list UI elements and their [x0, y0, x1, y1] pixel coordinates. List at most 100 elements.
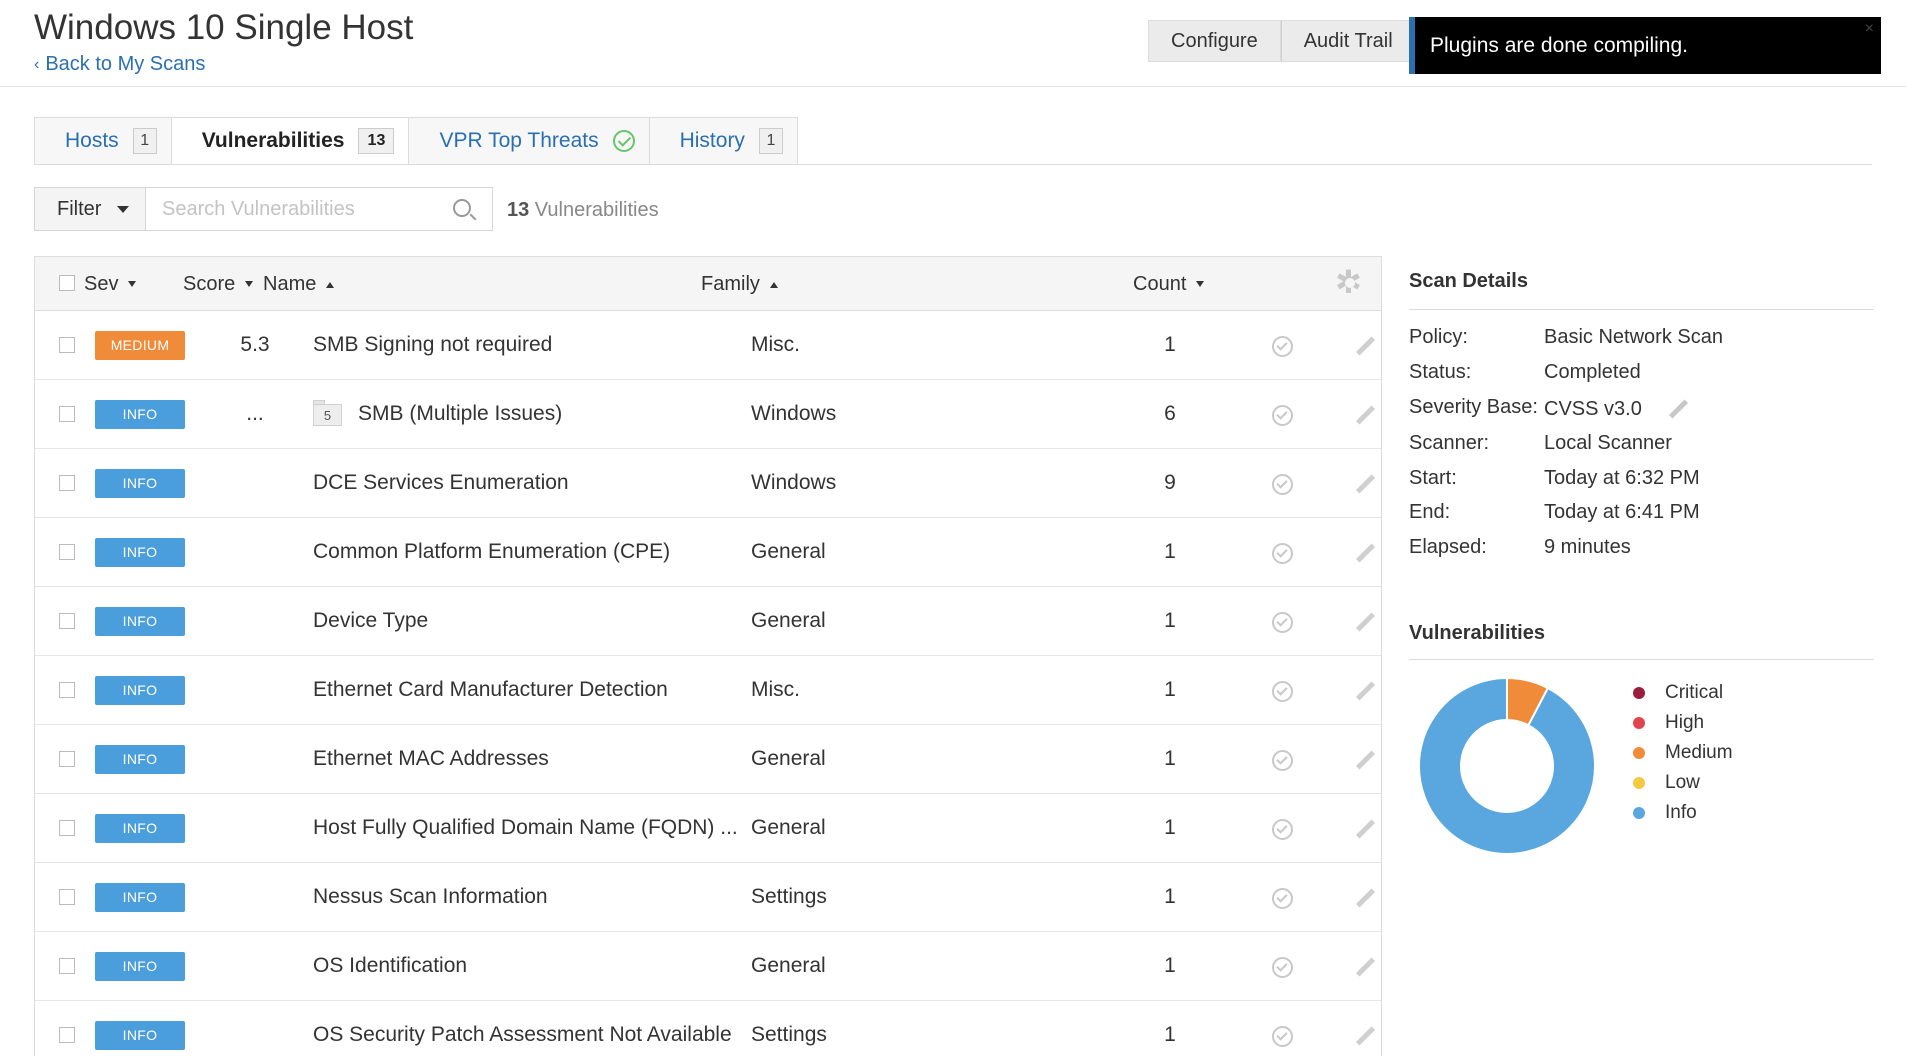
column-name[interactable]: Name [263, 273, 335, 296]
pencil-icon[interactable] [1355, 475, 1375, 495]
pencil-icon[interactable] [1355, 337, 1375, 357]
family-cell: Misc. [751, 333, 800, 356]
row-checkbox[interactable] [59, 406, 75, 422]
row-checkbox[interactable] [59, 820, 75, 836]
detail-label: End: [1409, 501, 1451, 523]
pencil-icon[interactable] [1668, 400, 1688, 420]
name-cell: SMB (Multiple Issues) [358, 402, 563, 425]
column-sev[interactable]: Sev [84, 273, 137, 296]
pencil-icon[interactable] [1355, 613, 1375, 633]
pencil-icon[interactable] [1355, 682, 1375, 702]
family-cell: Misc. [751, 678, 800, 701]
row-checkbox[interactable] [59, 682, 75, 698]
count-cell: 1 [1164, 747, 1176, 770]
back-to-scans-link[interactable]: ‹ Back to My Scans [34, 53, 205, 76]
table-row[interactable]: INFO Common Platform Enumeration (CPE) G… [35, 518, 1381, 587]
vulnerabilities-donut-chart[interactable] [1418, 677, 1596, 855]
select-all-checkbox[interactable] [59, 275, 75, 291]
panel-divider [1381, 256, 1382, 1056]
row-checkbox[interactable] [59, 613, 75, 629]
search-icon[interactable] [453, 199, 471, 217]
row-checkbox[interactable] [59, 475, 75, 491]
severity-badge: MEDIUM [95, 331, 185, 360]
table-row[interactable]: MEDIUM 5.3 SMB Signing not required Misc… [35, 311, 1381, 380]
table-row[interactable]: INFO OS Security Patch Assessment Not Av… [35, 1001, 1381, 1056]
legend-item-low[interactable]: Low [1633, 768, 1733, 798]
pencil-icon[interactable] [1355, 1027, 1375, 1047]
pencil-icon[interactable] [1355, 406, 1375, 426]
column-label: Name [263, 273, 317, 295]
column-family[interactable]: Family [701, 273, 778, 296]
check-circle-icon[interactable] [1272, 543, 1293, 564]
row-checkbox[interactable] [59, 751, 75, 767]
check-circle-icon[interactable] [1272, 405, 1293, 426]
table-row[interactable]: INFO Host Fully Qualified Domain Name (F… [35, 794, 1381, 863]
pencil-icon[interactable] [1355, 820, 1375, 840]
name-cell: Device Type [313, 609, 429, 632]
row-checkbox[interactable] [59, 1027, 75, 1043]
check-circle-icon[interactable] [1272, 681, 1293, 702]
vulnerabilities-chart-divider [1409, 659, 1874, 660]
check-circle-icon[interactable] [1272, 819, 1293, 840]
family-cell: Windows [751, 402, 837, 425]
check-circle-icon[interactable] [1272, 336, 1293, 357]
pencil-icon[interactable] [1355, 751, 1375, 771]
table-row[interactable]: INFO DCE Services Enumeration Windows 9 [35, 449, 1381, 518]
tab-label: History [679, 129, 745, 152]
tab-hosts[interactable]: Hosts 1 [34, 117, 172, 165]
search-vulnerabilities-input[interactable] [145, 187, 493, 231]
detail-label: Scanner: [1409, 432, 1490, 454]
tab-vpr-top-threats[interactable]: VPR Top Threats [408, 117, 650, 165]
tab-count-badge: 1 [132, 128, 157, 154]
configure-button[interactable]: Configure [1148, 20, 1281, 62]
check-circle-icon[interactable] [1272, 474, 1293, 495]
check-circle-icon[interactable] [1272, 957, 1293, 978]
table-row[interactable]: INFO Ethernet MAC Addresses General 1 [35, 725, 1381, 794]
row-checkbox[interactable] [59, 958, 75, 974]
pencil-icon[interactable] [1355, 544, 1375, 564]
count-cell: 1 [1164, 885, 1176, 908]
check-circle-icon[interactable] [1272, 1026, 1293, 1047]
header-divider [0, 86, 1906, 87]
row-checkbox[interactable] [59, 544, 75, 560]
check-circle-icon[interactable] [1272, 888, 1293, 909]
pencil-icon[interactable] [1355, 889, 1375, 909]
table-row[interactable]: INFO OS Identification General 1 [35, 932, 1381, 1001]
severity-badge: INFO [95, 400, 185, 429]
tab-vulnerabilities[interactable]: Vulnerabilities 13 [170, 117, 410, 165]
detail-label: Status: [1409, 361, 1472, 383]
legend-item-medium[interactable]: Medium [1633, 738, 1733, 768]
gear-icon[interactable] [1335, 263, 1362, 301]
table-row[interactable]: INFO ... 5 SMB (Multiple Issues) Windows… [35, 380, 1381, 449]
row-checkbox[interactable] [59, 337, 75, 353]
score-cell: 5.3 [240, 333, 270, 356]
family-cell: General [751, 540, 826, 563]
table-header: Sev Score Name Family Count [35, 257, 1381, 311]
tab-history[interactable]: History 1 [648, 117, 798, 165]
legend-dot [1633, 807, 1645, 819]
column-label: Score [183, 273, 236, 295]
family-cell: General [751, 954, 826, 977]
donut-slice-info[interactable] [1418, 677, 1596, 855]
table-row[interactable]: INFO Ethernet Card Manufacturer Detectio… [35, 656, 1381, 725]
table-row[interactable]: INFO Nessus Scan Information Settings 1 [35, 863, 1381, 932]
close-icon[interactable]: × [1865, 0, 1874, 57]
check-circle-icon[interactable] [1272, 750, 1293, 771]
legend-item-high[interactable]: High [1633, 708, 1733, 738]
severity-badge: INFO [95, 814, 185, 843]
column-count[interactable]: Count [1133, 273, 1205, 296]
vulnerabilities-table: Sev Score Name Family Count MEDIUM 5.3 S… [34, 256, 1382, 1056]
legend-item-info[interactable]: Info [1633, 798, 1733, 828]
legend-item-critical[interactable]: Critical [1633, 678, 1733, 708]
column-score[interactable]: Score [183, 273, 254, 296]
filter-dropdown[interactable]: Filter [34, 187, 146, 231]
check-circle-icon[interactable] [1272, 612, 1293, 633]
column-label: Sev [84, 273, 119, 295]
sort-desc-icon [128, 281, 137, 287]
row-checkbox[interactable] [59, 889, 75, 905]
table-row[interactable]: INFO Device Type General 1 [35, 587, 1381, 656]
chart-legend: Critical High Medium Low Info [1633, 678, 1733, 828]
audit-trail-button[interactable]: Audit Trail [1280, 20, 1416, 62]
legend-dot [1633, 687, 1645, 699]
pencil-icon[interactable] [1355, 958, 1375, 978]
